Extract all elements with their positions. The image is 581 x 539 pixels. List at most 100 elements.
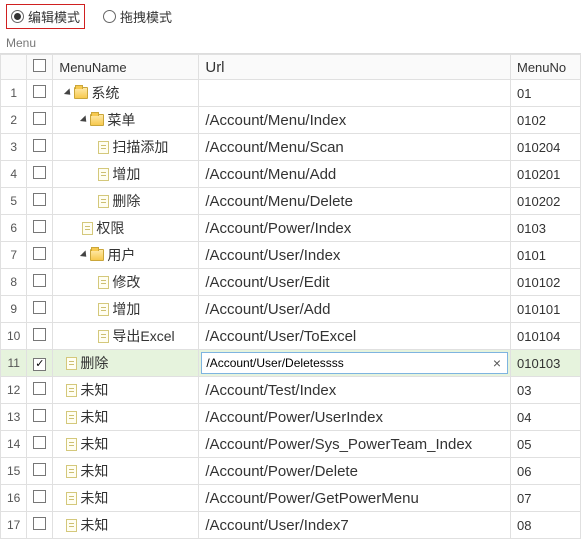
url-input[interactable] (206, 356, 490, 370)
table-row[interactable]: 8 修改/Account/User/Edit010102 (1, 269, 581, 296)
menuname-cell[interactable]: 未知 (53, 458, 199, 485)
table-row[interactable]: 14未知/Account/Power/Sys_PowerTeam_Index05 (1, 431, 581, 458)
menuno-cell[interactable]: 08 (511, 512, 581, 539)
file-icon (66, 465, 77, 478)
menuno-cell[interactable]: 010104 (511, 323, 581, 350)
url-cell[interactable]: /Account/User/Index (199, 242, 511, 269)
url-cell[interactable]: /Account/Menu/Index (199, 107, 511, 134)
table-row[interactable]: 10导出Excel/Account/User/ToExcel010104 (1, 323, 581, 350)
menuname-cell[interactable]: 扫描添加 (53, 134, 199, 161)
menuname-cell[interactable]: 删除 (53, 350, 199, 377)
table-row[interactable]: 6权限/Account/Power/Index0103 (1, 215, 581, 242)
menuname-cell[interactable]: 权限 (53, 215, 199, 242)
menuname-cell[interactable]: 未知 (53, 431, 199, 458)
menuname-cell[interactable]: 未知 (53, 377, 199, 404)
url-cell[interactable]: /Account/User/Edit (199, 269, 511, 296)
row-checkbox[interactable] (27, 458, 53, 485)
row-checkbox[interactable] (27, 512, 53, 539)
menuno-cell[interactable]: 06 (511, 458, 581, 485)
table-row[interactable]: 3扫描添加/Account/Menu/Scan010204 (1, 134, 581, 161)
expander-icon[interactable] (80, 115, 89, 124)
col-rownum (1, 55, 27, 80)
table-row[interactable]: 1系统01 (1, 80, 581, 107)
menuno-cell[interactable]: 010103 (511, 350, 581, 377)
menuno-cell[interactable]: 07 (511, 485, 581, 512)
col-menuname[interactable]: MenuName (53, 55, 199, 80)
url-cell[interactable]: × (199, 350, 511, 377)
menuname-cell[interactable]: 增加 (53, 296, 199, 323)
clear-icon[interactable]: × (491, 355, 503, 371)
menuno-cell[interactable]: 010101 (511, 296, 581, 323)
table-row[interactable]: 2菜单/Account/Menu/Index0102 (1, 107, 581, 134)
col-check-header[interactable] (27, 55, 53, 80)
url-cell[interactable]: /Account/User/Index7 (199, 512, 511, 539)
menuno-cell[interactable]: 010102 (511, 269, 581, 296)
table-row[interactable]: 11删除×010103 (1, 350, 581, 377)
row-checkbox[interactable] (27, 431, 53, 458)
row-checkbox[interactable] (27, 188, 53, 215)
menuno-cell[interactable]: 0102 (511, 107, 581, 134)
table-row[interactable]: 17未知/Account/User/Index708 (1, 512, 581, 539)
url-cell[interactable]: /Account/Test/Index (199, 377, 511, 404)
menuname-cell[interactable]: 导出Excel (53, 323, 199, 350)
row-checkbox[interactable] (27, 350, 53, 377)
table-row[interactable]: 5删除/Account/Menu/Delete010202 (1, 188, 581, 215)
row-checkbox[interactable] (27, 80, 53, 107)
table-row[interactable]: 13未知/Account/Power/UserIndex04 (1, 404, 581, 431)
row-number: 8 (1, 269, 27, 296)
table-row[interactable]: 16未知/Account/Power/GetPowerMenu07 (1, 485, 581, 512)
menuname-cell[interactable]: 删除 (53, 188, 199, 215)
url-cell[interactable]: /Account/User/ToExcel (199, 323, 511, 350)
row-checkbox[interactable] (27, 323, 53, 350)
menuno-cell[interactable]: 010204 (511, 134, 581, 161)
menuname-text: 删除 (112, 191, 140, 211)
row-checkbox[interactable] (27, 215, 53, 242)
mode-edit[interactable]: 编辑模式 (6, 4, 85, 29)
url-cell[interactable]: /Account/Power/Index (199, 215, 511, 242)
url-cell[interactable]: /Account/Menu/Delete (199, 188, 511, 215)
menuname-cell[interactable]: 用户 (53, 242, 199, 269)
col-url[interactable]: Url (199, 55, 511, 80)
menuno-cell[interactable]: 0103 (511, 215, 581, 242)
row-checkbox[interactable] (27, 485, 53, 512)
menuno-cell[interactable]: 01 (511, 80, 581, 107)
table-row[interactable]: 9增加/Account/User/Add010101 (1, 296, 581, 323)
expander-icon[interactable] (64, 88, 73, 97)
url-cell[interactable]: /Account/Power/Sys_PowerTeam_Index (199, 431, 511, 458)
menuno-cell[interactable]: 0101 (511, 242, 581, 269)
url-cell[interactable]: /Account/User/Add (199, 296, 511, 323)
expander-icon[interactable] (80, 250, 89, 259)
row-checkbox[interactable] (27, 269, 53, 296)
row-checkbox[interactable] (27, 161, 53, 188)
menuname-cell[interactable]: 修改 (53, 269, 199, 296)
url-cell[interactable]: /Account/Power/UserIndex (199, 404, 511, 431)
menuname-cell[interactable]: 菜单 (53, 107, 199, 134)
menuname-cell[interactable]: 未知 (53, 485, 199, 512)
menuname-cell[interactable]: 增加 (53, 161, 199, 188)
menuname-cell[interactable]: 系统 (53, 80, 199, 107)
menuname-cell[interactable]: 未知 (53, 512, 199, 539)
menuno-cell[interactable]: 03 (511, 377, 581, 404)
row-checkbox[interactable] (27, 242, 53, 269)
table-row[interactable]: 15未知/Account/Power/Delete06 (1, 458, 581, 485)
table-row[interactable]: 12未知/Account/Test/Index03 (1, 377, 581, 404)
menuno-cell[interactable]: 010201 (511, 161, 581, 188)
row-checkbox[interactable] (27, 296, 53, 323)
table-row[interactable]: 4增加/Account/Menu/Add010201 (1, 161, 581, 188)
menuno-cell[interactable]: 010202 (511, 188, 581, 215)
row-checkbox[interactable] (27, 134, 53, 161)
row-checkbox[interactable] (27, 404, 53, 431)
url-cell[interactable] (199, 80, 511, 107)
url-cell[interactable]: /Account/Menu/Scan (199, 134, 511, 161)
url-cell[interactable]: /Account/Power/GetPowerMenu (199, 485, 511, 512)
row-checkbox[interactable] (27, 377, 53, 404)
menuname-cell[interactable]: 未知 (53, 404, 199, 431)
row-checkbox[interactable] (27, 107, 53, 134)
col-menuno[interactable]: MenuNo (511, 55, 581, 80)
url-cell[interactable]: /Account/Power/Delete (199, 458, 511, 485)
table-row[interactable]: 7用户/Account/User/Index0101 (1, 242, 581, 269)
menuno-cell[interactable]: 05 (511, 431, 581, 458)
url-cell[interactable]: /Account/Menu/Add (199, 161, 511, 188)
menuno-cell[interactable]: 04 (511, 404, 581, 431)
mode-drag[interactable]: 拖拽模式 (99, 5, 176, 28)
